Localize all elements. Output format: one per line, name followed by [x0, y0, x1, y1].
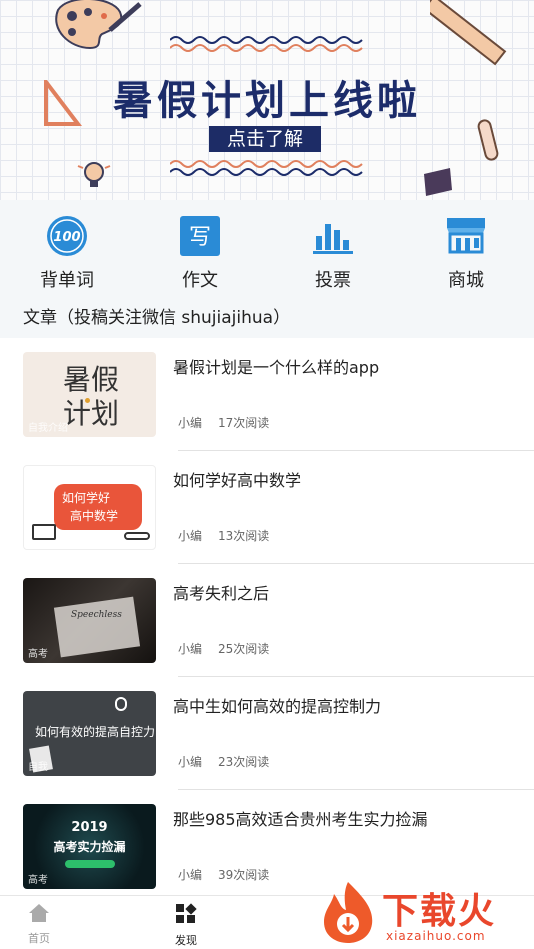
- books-decoration: [32, 524, 56, 540]
- tab-home[interactable]: 首页: [9, 903, 69, 946]
- thumb-pill: [65, 860, 115, 868]
- dot-decoration: [85, 398, 90, 403]
- thumb-text: 如何学好: [62, 491, 111, 505]
- article-title: 高中生如何高效的提高控制力: [173, 697, 382, 716]
- promo-banner[interactable]: 暑假计划上线啦 点击了解: [0, 0, 534, 200]
- thumb-text: Speechless: [71, 610, 122, 620]
- ruler-icon: [430, 0, 507, 66]
- article-meta: 小编 13次阅读: [178, 527, 269, 544]
- article-author: 小编: [178, 755, 203, 769]
- quick-item-label: 商城: [448, 270, 484, 291]
- quick-menu: 100 背单词 写 作文 投票 商城: [0, 200, 534, 298]
- banner-title: 暑假计划上线啦: [113, 78, 421, 124]
- article-meta: 小编 23次阅读: [178, 753, 269, 770]
- article-reads: 39次阅读: [218, 868, 270, 882]
- store-icon: [444, 214, 488, 258]
- watermark-text: 下载火: [382, 891, 497, 932]
- quick-item-vocabulary[interactable]: 100 背单词: [17, 214, 117, 292]
- article-title: 如何学好高中数学: [173, 471, 302, 490]
- article-thumbnail: 2019 高考实力捡漏 高考: [23, 804, 156, 889]
- article-thumbnail: 如何有效的提高自控力 自我: [23, 691, 156, 776]
- wave-decoration: [170, 36, 363, 52]
- book-icon: [424, 168, 452, 196]
- flame-logo-icon: [324, 882, 373, 943]
- quick-item-store[interactable]: 商城: [416, 214, 516, 292]
- glasses-decoration: [124, 532, 150, 540]
- quick-item-label: 投票: [315, 270, 351, 291]
- article-title: 高考失利之后: [173, 584, 270, 603]
- svg-text:写: 写: [189, 225, 211, 250]
- quick-item-vote[interactable]: 投票: [283, 214, 383, 292]
- thumb-tag: 高考: [28, 649, 48, 660]
- article-reads: 13次阅读: [218, 529, 270, 543]
- article-thumbnail: 如何学好 高中数学: [23, 465, 156, 550]
- article-meta: 小编 17次阅读: [178, 414, 269, 431]
- watermark: 下载火 xiazaihuo.com: [316, 880, 534, 946]
- article-thumbnail: 暑假 计划 自我介绍: [23, 352, 156, 437]
- magnifier-decoration: [115, 697, 127, 711]
- article-title: 暑假计划是一个什么样的app: [173, 358, 380, 377]
- tab-label: 发现: [175, 934, 197, 947]
- learn-more-button[interactable]: 点击了解: [209, 126, 321, 152]
- bar-chart-icon: [311, 214, 355, 258]
- article-item[interactable]: 如何学好 高中数学 如何学好高中数学 小编 13次阅读: [0, 451, 534, 564]
- article-item[interactable]: 如何有效的提高自控力 自我 高中生如何高效的提高控制力 小编 23次阅读: [0, 677, 534, 790]
- tab-discover[interactable]: 发现: [156, 903, 216, 948]
- app-screen: 暑假计划上线啦 点击了解 100 背单词 写 作文 投票 商城 文章（投稿关注微…: [0, 0, 534, 949]
- article-reads: 17次阅读: [218, 416, 270, 430]
- article-meta: 小编 25次阅读: [178, 640, 269, 657]
- thumb-text: 计划: [63, 397, 120, 430]
- quick-item-essay[interactable]: 写 作文: [150, 214, 250, 292]
- thumb-sheet: [53, 596, 141, 658]
- article-author: 小编: [178, 642, 203, 656]
- articles-section-title: 文章（投稿关注微信 shujiajihua）: [0, 298, 534, 338]
- bulb-icon: [77, 162, 111, 187]
- discover-icon: [176, 903, 197, 923]
- thumb-tag: 自我介绍: [28, 423, 68, 434]
- thumb-tag: 自我: [28, 762, 48, 773]
- article-item[interactable]: 暑假 计划 自我介绍 暑假计划是一个什么样的app 小编 17次阅读: [0, 338, 534, 451]
- badge-100-icon: 100: [45, 214, 89, 258]
- thumb-text: 高中数学: [70, 509, 119, 523]
- tab-label: 首页: [28, 932, 50, 945]
- wave-decoration: [170, 160, 363, 176]
- watermark-url: xiazaihuo.com: [386, 929, 486, 943]
- thumb-text: 高考实力捡漏: [53, 840, 126, 854]
- thumb-text: 如何有效的提高自控力: [35, 725, 156, 739]
- article-author: 小编: [178, 868, 203, 882]
- thumb-text: 2019: [71, 820, 108, 835]
- article-item[interactable]: Speechless 高考 高考失利之后 小编 25次阅读: [0, 564, 534, 677]
- article-reads: 25次阅读: [218, 642, 270, 656]
- quick-item-label: 背单词: [40, 270, 94, 291]
- write-icon: 写: [178, 214, 222, 258]
- thumb-tag: 高考: [28, 875, 48, 886]
- svg-text:100: 100: [53, 230, 80, 245]
- article-meta: 小编 39次阅读: [178, 866, 269, 883]
- palette-icon: [55, 0, 142, 50]
- article-author: 小编: [178, 416, 203, 430]
- article-reads: 23次阅读: [218, 755, 270, 769]
- article-title: 那些985高效适合贵州考生实力捡漏: [173, 810, 428, 829]
- article-author: 小编: [178, 529, 203, 543]
- article-thumbnail: Speechless 高考: [23, 578, 156, 663]
- quick-item-label: 作文: [182, 270, 218, 291]
- home-icon: [29, 904, 49, 922]
